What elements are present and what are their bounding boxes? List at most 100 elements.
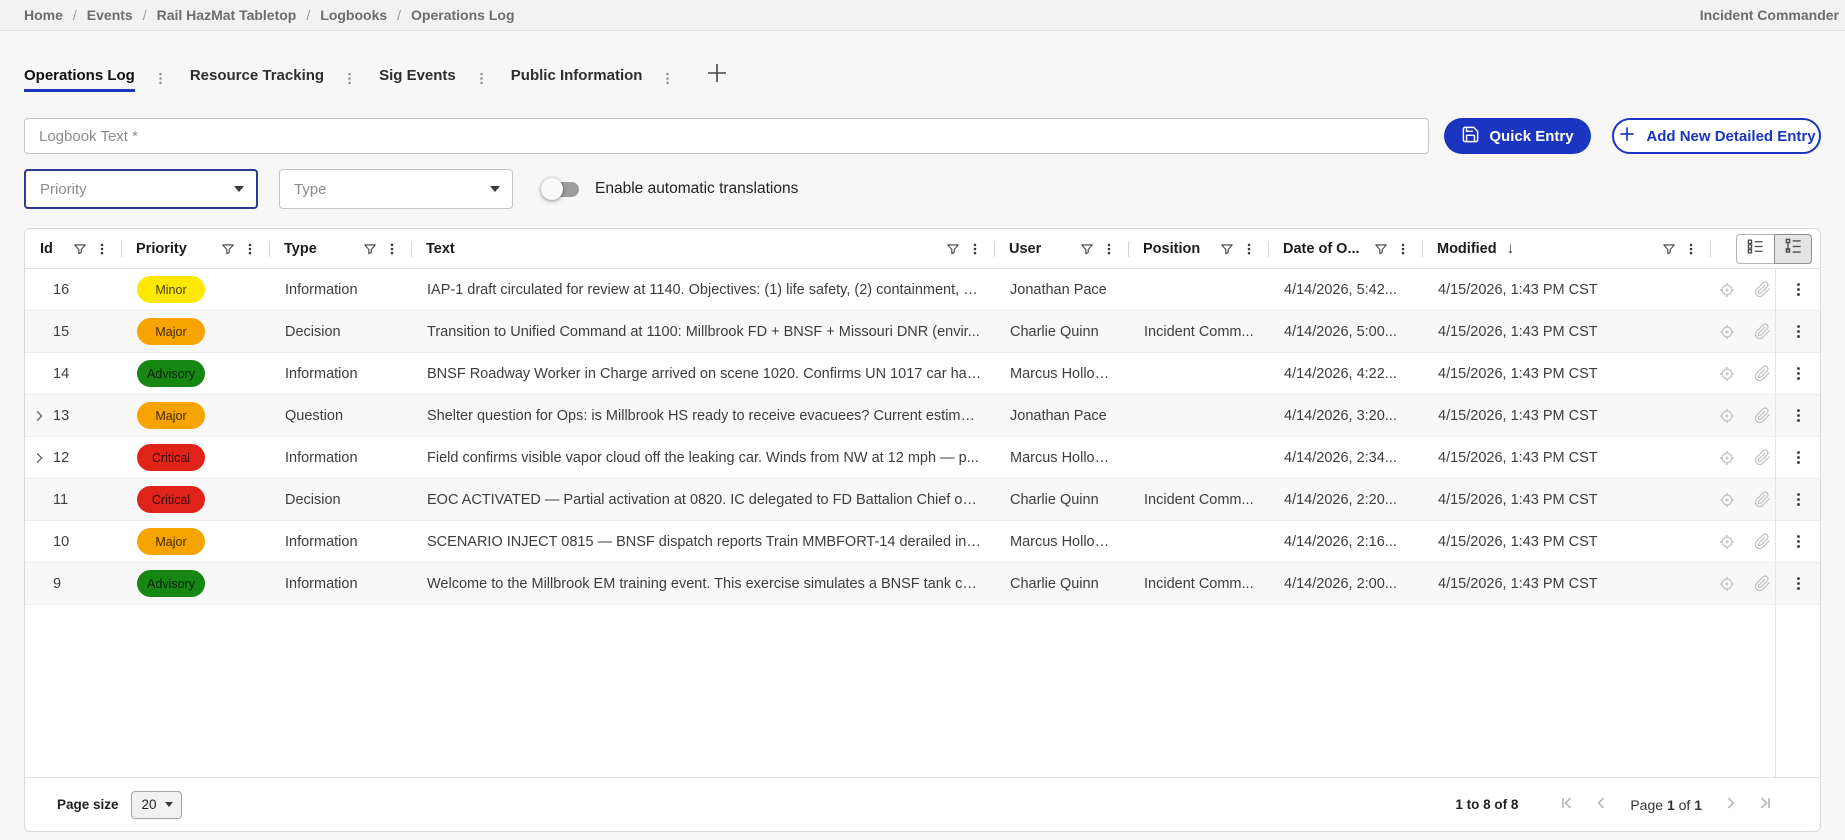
breadcrumb-home[interactable]: Home <box>24 7 63 23</box>
geolocation-target-icon[interactable] <box>1718 575 1736 593</box>
geolocation-target-icon[interactable] <box>1718 491 1736 509</box>
add-detailed-entry-button[interactable]: Add New Detailed Entry <box>1612 118 1821 154</box>
column-label[interactable]: Modified <box>1437 241 1497 257</box>
column-menu-icon[interactable] <box>1242 242 1256 256</box>
column-menu-icon[interactable] <box>95 242 109 256</box>
row-type: Information <box>269 534 411 550</box>
column-label[interactable]: Date of O... <box>1283 241 1360 257</box>
table-row[interactable]: 13 Major Question Shelter question for O… <box>25 395 1820 437</box>
next-page-button[interactable] <box>1720 793 1740 816</box>
row-date-of-occurrence: 4/14/2026, 4:22... <box>1268 366 1422 382</box>
geolocation-target-icon[interactable] <box>1718 407 1736 425</box>
column-label[interactable]: Id <box>40 241 53 257</box>
breadcrumb-separator: / <box>306 7 310 23</box>
column-label[interactable]: User <box>1009 241 1041 257</box>
row-id: 11 <box>53 492 68 508</box>
column-label[interactable]: Type <box>284 241 317 257</box>
breadcrumb-separator: / <box>73 7 77 23</box>
tab-menu-icon[interactable] <box>474 71 489 86</box>
attachment-paperclip-icon[interactable] <box>1754 449 1771 466</box>
logbook-text-input[interactable] <box>24 118 1429 154</box>
translations-toggle[interactable] <box>543 182 579 197</box>
attachment-paperclip-icon[interactable] <box>1754 575 1771 592</box>
tab-resource-tracking[interactable]: Resource Tracking <box>190 67 324 92</box>
priority-pill: Major <box>137 318 205 345</box>
first-page-button[interactable] <box>1558 793 1578 816</box>
row-modified: 4/15/2026, 1:43 PM CST <box>1422 492 1710 508</box>
filter-icon[interactable] <box>1080 242 1094 256</box>
table-row[interactable]: 16 Minor Information IAP-1 draft circula… <box>25 269 1820 311</box>
row-menu-icon[interactable] <box>1790 323 1807 340</box>
column-header-priority: Priority <box>121 229 269 268</box>
quick-entry-label: Quick Entry <box>1489 128 1573 145</box>
column-menu-icon[interactable] <box>1396 242 1410 256</box>
breadcrumb-event-name[interactable]: Rail HazMat Tabletop <box>157 7 297 23</box>
row-date-of-occurrence: 4/14/2026, 2:16... <box>1268 534 1422 550</box>
row-menu-icon[interactable] <box>1790 491 1807 508</box>
row-menu-icon[interactable] <box>1790 449 1807 466</box>
page-size-select[interactable]: 20 <box>131 791 182 819</box>
last-page-button[interactable] <box>1754 793 1774 816</box>
filter-icon[interactable] <box>221 242 235 256</box>
chevron-down-icon <box>234 186 244 192</box>
geolocation-target-icon[interactable] <box>1718 323 1736 341</box>
column-menu-icon[interactable] <box>1684 242 1698 256</box>
column-menu-icon[interactable] <box>1102 242 1116 256</box>
previous-page-button[interactable] <box>1592 793 1612 816</box>
tab-menu-icon[interactable] <box>153 71 168 86</box>
type-select-placeholder: Type <box>294 181 327 198</box>
filter-icon[interactable] <box>73 242 87 256</box>
row-user: Jonathan Pace <box>994 282 1128 298</box>
column-label[interactable]: Priority <box>136 241 187 257</box>
row-menu-icon[interactable] <box>1790 281 1807 298</box>
column-label[interactable]: Position <box>1143 241 1200 257</box>
attachment-paperclip-icon[interactable] <box>1754 365 1771 382</box>
page-indicator: Page 1 of 1 <box>1630 797 1702 813</box>
row-menu-icon[interactable] <box>1790 533 1807 550</box>
filter-icon[interactable] <box>1220 242 1234 256</box>
table-row[interactable]: 11 Critical Decision EOC ACTIVATED — Par… <box>25 479 1820 521</box>
filter-icon[interactable] <box>1374 242 1388 256</box>
row-menu-icon[interactable] <box>1790 407 1807 424</box>
row-menu-icon[interactable] <box>1790 365 1807 382</box>
attachment-paperclip-icon[interactable] <box>1754 491 1771 508</box>
geolocation-target-icon[interactable] <box>1718 281 1736 299</box>
breadcrumb-events[interactable]: Events <box>87 7 133 23</box>
attachment-paperclip-icon[interactable] <box>1754 323 1771 340</box>
attachment-paperclip-icon[interactable] <box>1754 281 1771 298</box>
row-expand-icon[interactable] <box>31 450 47 466</box>
column-menu-icon[interactable] <box>385 242 399 256</box>
hierarchy-view-button[interactable] <box>1774 234 1812 264</box>
row-expand-icon[interactable] <box>31 408 47 424</box>
priority-select[interactable]: Priority <box>24 169 258 209</box>
column-menu-icon[interactable] <box>968 242 982 256</box>
tab-public-information[interactable]: Public Information <box>511 67 643 92</box>
attachment-paperclip-icon[interactable] <box>1754 533 1771 550</box>
column-label[interactable]: Text <box>426 241 455 257</box>
table-row[interactable]: 9 Advisory Information Welcome to the Mi… <box>25 563 1820 605</box>
table-row[interactable]: 12 Critical Information Field confirms v… <box>25 437 1820 479</box>
table-row[interactable]: 14 Advisory Information BNSF Roadway Wor… <box>25 353 1820 395</box>
geolocation-target-icon[interactable] <box>1718 365 1736 383</box>
breadcrumb-logbooks[interactable]: Logbooks <box>320 7 387 23</box>
tab-operations-log[interactable]: Operations Log <box>24 67 135 92</box>
quick-entry-button[interactable]: Quick Entry <box>1444 118 1591 154</box>
tab-menu-icon[interactable] <box>660 71 675 86</box>
add-detailed-entry-label: Add New Detailed Entry <box>1646 128 1815 145</box>
row-user: Charlie Quinn <box>994 576 1128 592</box>
geolocation-target-icon[interactable] <box>1718 449 1736 467</box>
column-menu-icon[interactable] <box>243 242 257 256</box>
filter-icon[interactable] <box>363 242 377 256</box>
type-select[interactable]: Type <box>279 169 513 209</box>
tab-menu-icon[interactable] <box>342 71 357 86</box>
flat-view-button[interactable] <box>1736 234 1774 264</box>
table-row[interactable]: 10 Major Information SCENARIO INJECT 081… <box>25 521 1820 563</box>
attachment-paperclip-icon[interactable] <box>1754 407 1771 424</box>
filter-icon[interactable] <box>1662 242 1676 256</box>
add-tab-button[interactable] <box>705 61 729 88</box>
tab-sig-events[interactable]: Sig Events <box>379 67 456 92</box>
table-row[interactable]: 15 Major Decision Transition to Unified … <box>25 311 1820 353</box>
geolocation-target-icon[interactable] <box>1718 533 1736 551</box>
row-menu-icon[interactable] <box>1790 575 1807 592</box>
filter-icon[interactable] <box>946 242 960 256</box>
